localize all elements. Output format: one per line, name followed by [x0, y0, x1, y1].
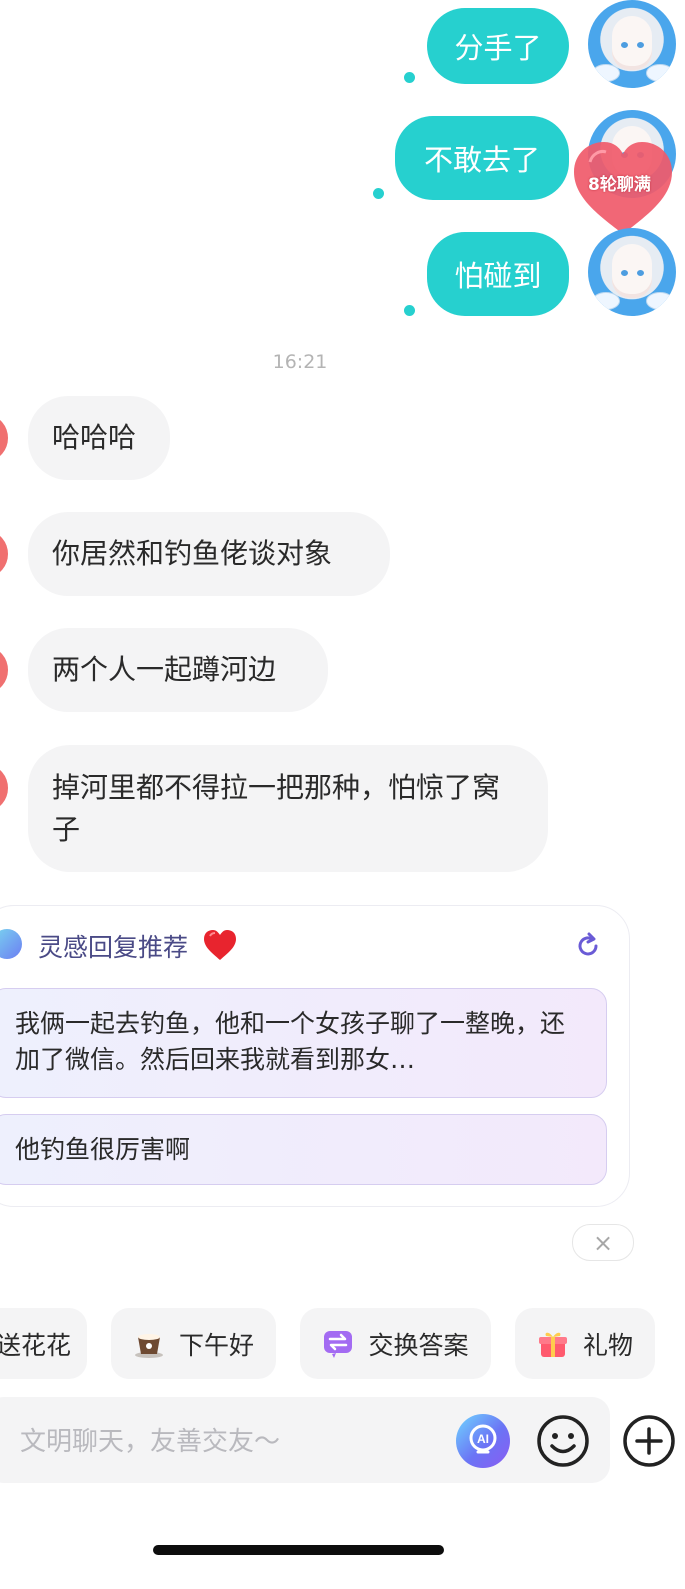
add-more-icon[interactable] [622, 1414, 676, 1468]
message-bubble-outgoing[interactable]: 分手了 [427, 8, 569, 84]
suggestion-card-title: 灵感回复推荐 [38, 933, 189, 962]
message-text: 怕碰到 [454, 259, 542, 293]
close-icon: × [592, 1228, 614, 1257]
chat-rounds-heart-badge[interactable]: 8轮聊满 [570, 138, 676, 238]
contact-avatar[interactable] [0, 766, 8, 810]
message-text: 哈哈哈 [52, 421, 137, 454]
quick-action-exchange-answers[interactable]: 交换答案 [300, 1308, 491, 1379]
suggestion-text: 我俩一起去钓鱼，他和一个女孩子聊了一整晚，还加了微信。然后回来我就看到那女… [15, 1009, 566, 1074]
refresh-icon[interactable] [574, 932, 602, 960]
message-bubble-outgoing[interactable]: 不敢去了 [395, 116, 569, 200]
message-input-placeholder: 文明聊天，友善交友～ [20, 1427, 281, 1457]
sent-status-dot [404, 305, 415, 316]
quick-action-label: 交换答案 [368, 1330, 469, 1360]
sent-status-dot [404, 72, 415, 83]
ai-bulb-icon: AI [469, 1424, 497, 1454]
emoji-icon[interactable] [536, 1414, 590, 1468]
message-text: 你居然和钓鱼佬谈对象 [52, 537, 333, 570]
quick-action-gift[interactable]: 礼物 [515, 1308, 655, 1379]
contact-avatar[interactable] [0, 416, 8, 460]
contact-avatar[interactable] [0, 532, 8, 576]
quick-action-label: 送花花 [0, 1330, 71, 1360]
suggestion-item[interactable]: 他钓鱼很厉害啊 [0, 1114, 607, 1185]
suggestion-text: 他钓鱼很厉害啊 [15, 1134, 191, 1164]
quick-action-send-flower[interactable]: 送花花 [0, 1308, 87, 1379]
my-avatar[interactable] [588, 228, 676, 316]
close-suggestions-button[interactable]: × [572, 1224, 634, 1261]
svg-text:AI: AI [477, 1432, 489, 1446]
suggestion-item[interactable]: 我俩一起去钓鱼，他和一个女孩子聊了一整晚，还加了微信。然后回来我就看到那女… [0, 988, 607, 1098]
quick-action-good-afternoon[interactable]: 下午好 [111, 1308, 276, 1379]
message-text: 两个人一起蹲河边 [52, 653, 277, 686]
message-text: 分手了 [454, 31, 542, 65]
gift-icon [538, 1332, 567, 1357]
quick-action-label: 礼物 [582, 1330, 633, 1360]
message-bubble-incoming[interactable]: 你居然和钓鱼佬谈对象 [28, 512, 390, 596]
contact-avatar[interactable] [0, 648, 8, 692]
home-indicator[interactable] [153, 1545, 444, 1555]
ai-assistant-button[interactable]: AI [456, 1414, 510, 1468]
message-text: 掉河里都不得拉一把那种，怕惊了窝子 [52, 770, 501, 846]
message-text: 不敢去了 [423, 143, 540, 177]
heart-badge-text: 8轮聊满 [588, 175, 651, 195]
message-timestamp: 16:21 [272, 351, 328, 373]
my-avatar[interactable] [588, 0, 676, 88]
message-bubble-incoming[interactable]: 哈哈哈 [28, 396, 170, 480]
red-heart-icon [204, 930, 236, 960]
message-bubble-incoming[interactable]: 掉河里都不得拉一把那种，怕惊了窝子 [28, 745, 548, 872]
quick-action-label: 下午好 [178, 1330, 254, 1360]
exchange-icon [324, 1330, 353, 1358]
coffee-cup-icon [134, 1333, 163, 1358]
sent-status-dot [373, 188, 384, 199]
message-bubble-incoming[interactable]: 两个人一起蹲河边 [28, 628, 328, 712]
message-bubble-outgoing[interactable]: 怕碰到 [427, 232, 569, 316]
